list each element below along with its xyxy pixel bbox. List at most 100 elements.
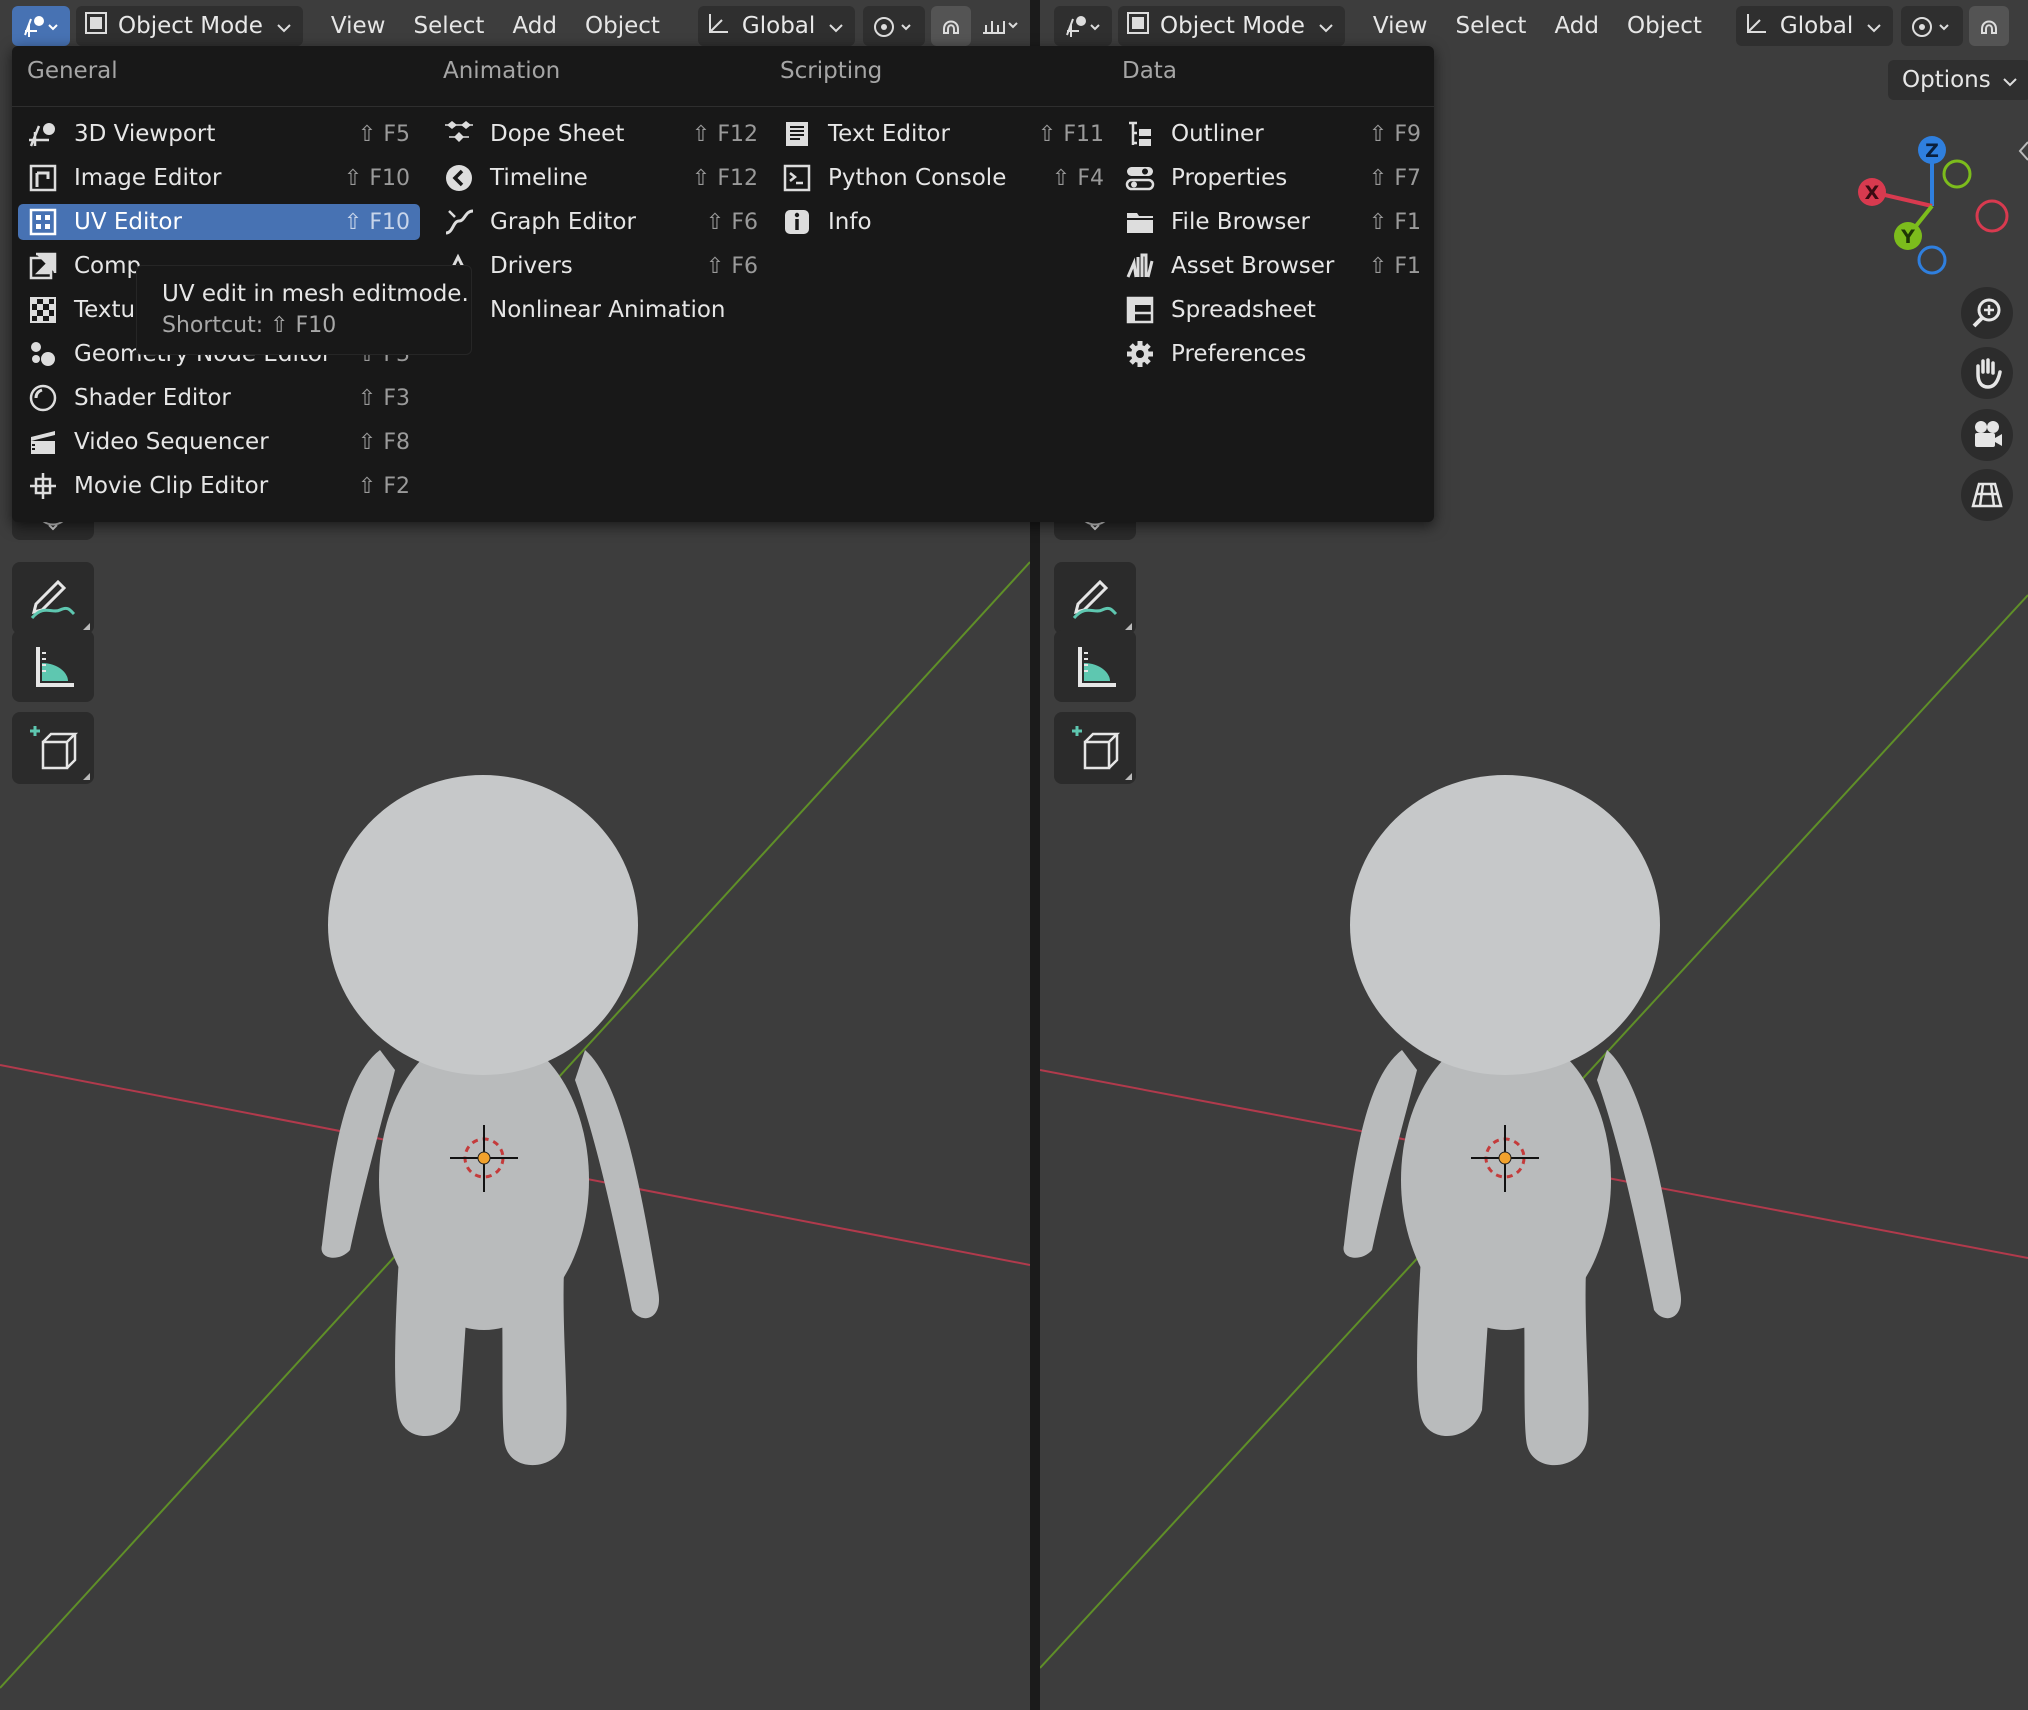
mode-dropdown[interactable]: Object Mode — [1118, 6, 1345, 46]
shader-icon — [26, 381, 60, 415]
viewport-header: Object Mode View Select Add Object Globa… — [0, 0, 1030, 52]
menu-select[interactable]: Select — [1441, 6, 1540, 46]
menu-item-label: Movie Clip Editor — [74, 473, 269, 499]
menu-item-3d-viewport[interactable]: 3D Viewport ⇧ F5 — [18, 116, 420, 152]
menu-add[interactable]: Add — [498, 6, 571, 46]
shortcut-label: ⇧ F1 — [1368, 253, 1421, 279]
annotate-tool-button[interactable] — [12, 562, 94, 634]
menu-add[interactable]: Add — [1540, 6, 1613, 46]
add-cube-icon — [30, 726, 79, 770]
snap-target-dropdown[interactable] — [977, 6, 1021, 46]
tool-options-corner — [1125, 773, 1132, 780]
mode-label: Object Mode — [1160, 13, 1305, 39]
mode-label: Object Mode — [118, 13, 263, 39]
shortcut-label: ⇧ F5 — [357, 121, 410, 147]
options-dropdown[interactable]: Options — [1888, 60, 2028, 100]
shortcut-label: ⇧ F1 — [1368, 209, 1421, 235]
orientation-icon — [1744, 10, 1770, 42]
menu-item-dope-sheet[interactable]: Dope Sheet ⇧ F12 — [434, 116, 768, 152]
menu-item-label: Dope Sheet — [490, 121, 625, 147]
menu-item-label: Nonlinear Animation — [490, 297, 726, 323]
orientation-dropdown[interactable]: Global — [1735, 6, 1894, 46]
mode-dropdown[interactable]: Object Mode — [76, 6, 303, 46]
add-cube-tool-button[interactable] — [12, 712, 94, 784]
tooltip-description: UV edit in mesh editmode. — [162, 281, 469, 307]
menu-item-file-browser[interactable]: File Browser ⇧ F1 — [1115, 204, 1431, 240]
console-icon — [780, 161, 814, 195]
category-scripting: Scripting — [780, 58, 883, 84]
menu-object[interactable]: Object — [1613, 6, 1716, 46]
menu-item-drivers[interactable]: Drivers ⇧ F6 — [434, 248, 768, 284]
magnet-icon — [1981, 20, 1998, 34]
orientation-icon — [706, 10, 732, 42]
shortcut-label: ⇧ F10 — [343, 165, 410, 191]
gizmo-neg-y[interactable] — [1942, 159, 1972, 189]
add-cube-tool-button[interactable] — [1054, 712, 1136, 784]
measure-tool-button[interactable] — [1054, 630, 1136, 702]
menu-item-spreadsheet[interactable]: Spreadsheet — [1115, 292, 1431, 328]
menu-item-text-editor[interactable]: Text Editor ⇧ F11 — [772, 116, 1114, 152]
chevron-down-icon — [2003, 67, 2017, 93]
shortcut-label: ⇧ F12 — [691, 165, 758, 191]
shortcut-label: ⇧ F6 — [705, 253, 758, 279]
character-mesh — [321, 775, 660, 1466]
menu-item-timeline[interactable]: Timeline ⇧ F12 — [434, 160, 768, 196]
gizmo-neg-x[interactable] — [1975, 199, 2009, 233]
menu-item-nonlinear-animation[interactable]: Nonlinear Animation — [434, 292, 768, 328]
gizmo-neg-z[interactable] — [1917, 245, 1947, 275]
sidebar-toggle-arrow[interactable] — [2016, 138, 2028, 164]
menu-item-video-sequencer[interactable]: Video Sequencer ⇧ F8 — [18, 424, 420, 460]
add-cube-icon — [1072, 726, 1121, 770]
menu-view[interactable]: View — [1359, 6, 1442, 46]
menu-item-graph-editor[interactable]: Graph Editor ⇧ F6 — [434, 204, 768, 240]
menu-item-asset-browser[interactable]: Asset Browser ⇧ F1 — [1115, 248, 1431, 284]
menu-item-label: Asset Browser — [1171, 253, 1335, 279]
3d-viewport-icon — [26, 117, 60, 151]
snap-increment-icon — [983, 21, 1018, 34]
chevron-down-icon — [829, 13, 843, 39]
editor-type-button[interactable] — [1054, 6, 1112, 46]
menu-item-label: 3D Viewport — [74, 121, 216, 147]
outliner-icon — [1123, 117, 1157, 151]
menu-item-label: Drivers — [490, 253, 573, 279]
shortcut-label: ⇧ F7 — [1368, 165, 1421, 191]
orientation-dropdown[interactable]: Global — [697, 6, 856, 46]
menu-view[interactable]: View — [317, 6, 400, 46]
navigation-gizmo[interactable]: Z X Y — [1850, 128, 2020, 278]
menu-item-info[interactable]: Info — [772, 204, 1114, 240]
menu-object[interactable]: Object — [571, 6, 674, 46]
snap-toggle[interactable] — [1969, 6, 2010, 46]
movie-clip-icon — [26, 469, 60, 503]
text-editor-icon — [780, 117, 814, 151]
menu-item-python-console[interactable]: Python Console ⇧ F4 — [772, 160, 1114, 196]
annotate-tool-button[interactable] — [1054, 562, 1136, 634]
menu-item-image-editor[interactable]: Image Editor ⇧ F10 — [18, 160, 420, 196]
menu-item-preferences[interactable]: Preferences — [1115, 336, 1431, 372]
dope-sheet-icon — [442, 117, 476, 151]
menu-item-label: Image Editor — [74, 165, 222, 191]
menu-item-label: Comp — [74, 253, 142, 279]
menu-item-uv-editor[interactable]: UV Editor ⇧ F10 — [18, 204, 420, 240]
pivot-point-dropdown[interactable] — [1901, 6, 1964, 46]
annotate-pencil-icon — [1072, 579, 1118, 620]
shortcut-label: ⇧ F8 — [357, 429, 410, 455]
chevron-down-icon — [1319, 13, 1333, 39]
compositor-icon — [26, 249, 60, 283]
menu-item-shader-editor[interactable]: Shader Editor ⇧ F3 — [18, 380, 420, 416]
menu-item-movie-clip-editor[interactable]: Movie Clip Editor ⇧ F2 — [18, 468, 420, 504]
measure-tool-button[interactable] — [12, 630, 94, 702]
pivot-icon — [1912, 17, 1949, 37]
category-general: General — [27, 58, 118, 84]
magnet-icon — [943, 20, 960, 34]
pan-button[interactable] — [1961, 347, 2013, 399]
zoom-button[interactable] — [1961, 287, 2013, 339]
pivot-point-dropdown[interactable] — [863, 6, 926, 46]
menu-select[interactable]: Select — [399, 6, 498, 46]
viewport-header: Object Mode View Select Add Object Globa… — [1040, 0, 2028, 52]
editor-type-button[interactable] — [12, 6, 70, 46]
snap-toggle[interactable] — [931, 6, 972, 46]
menu-item-properties[interactable]: Properties ⇧ F7 — [1115, 160, 1431, 196]
perspective-toggle-button[interactable] — [1961, 469, 2013, 521]
menu-item-outliner[interactable]: Outliner ⇧ F9 — [1115, 116, 1431, 152]
camera-view-button[interactable] — [1961, 409, 2013, 461]
